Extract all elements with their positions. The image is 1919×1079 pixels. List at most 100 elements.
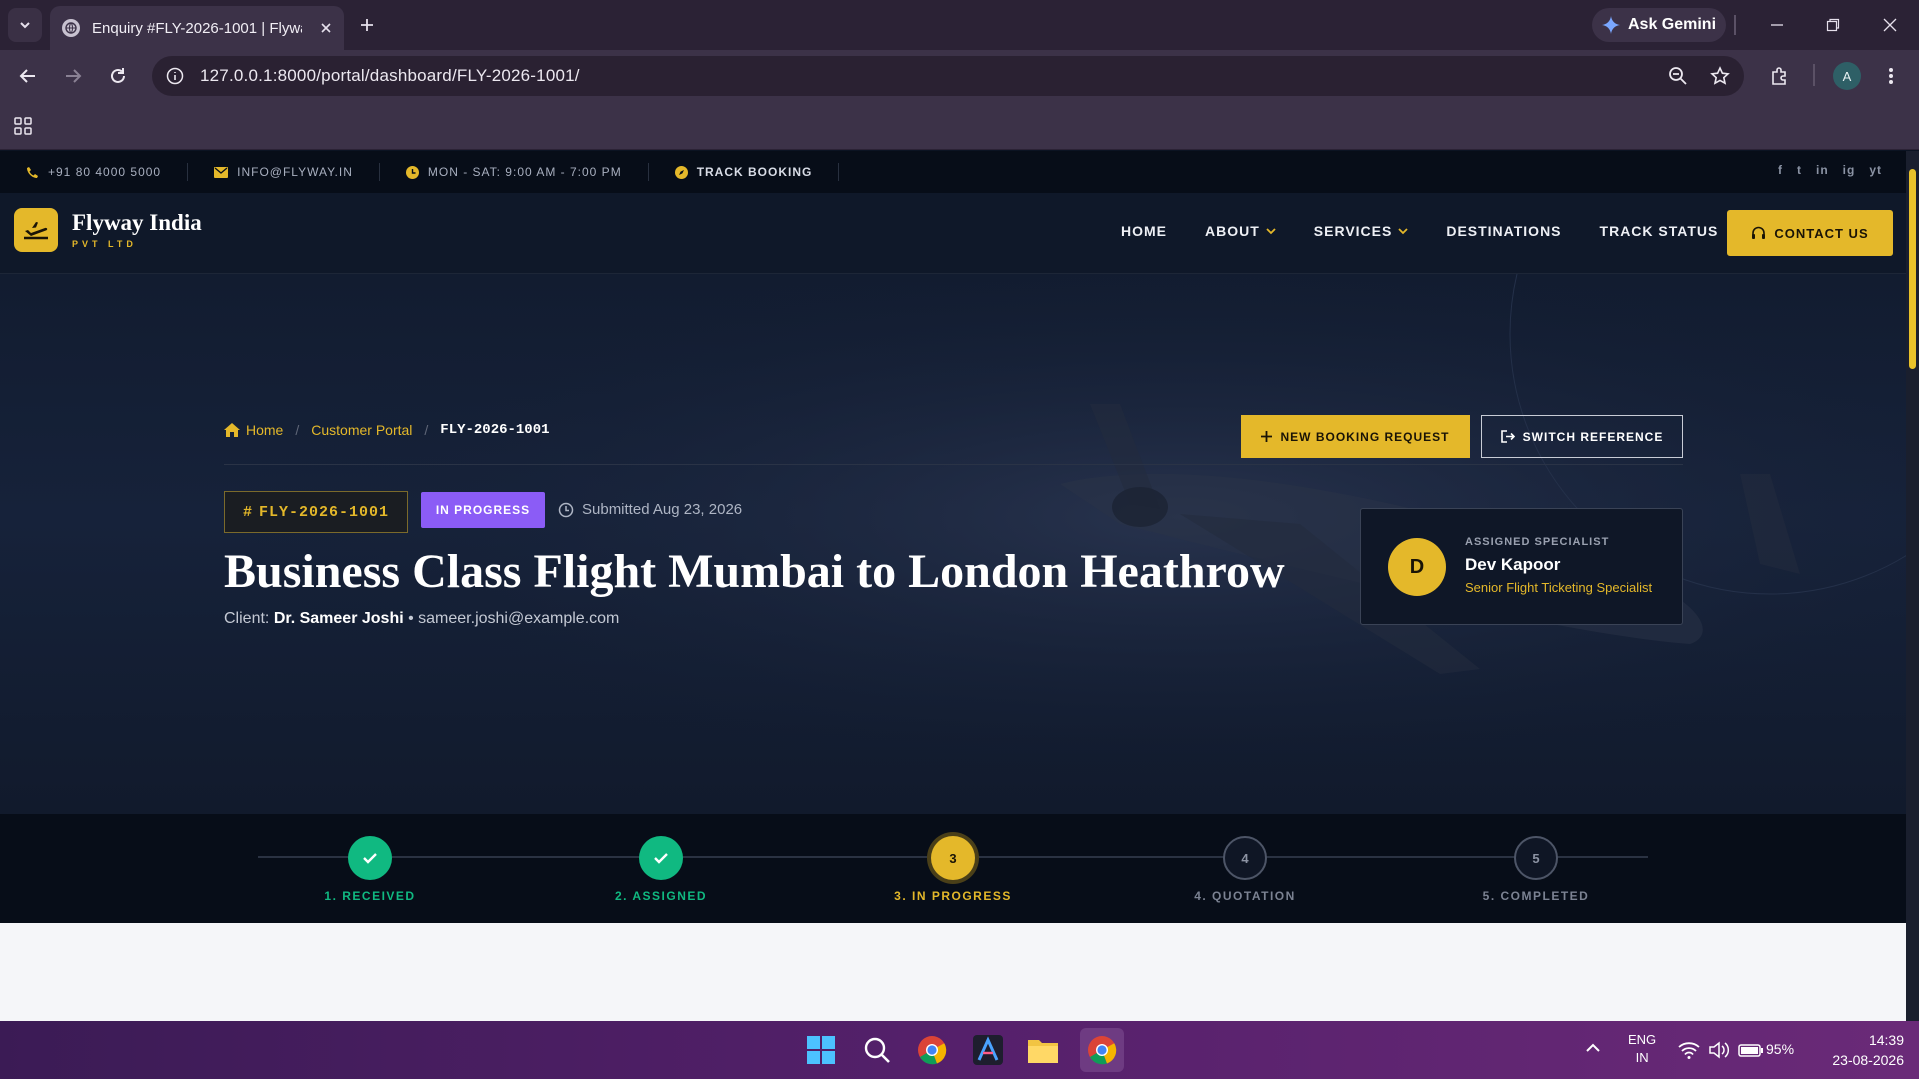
close-tab-icon[interactable] bbox=[320, 22, 332, 34]
reference-badge: # FLY-2026-1001 bbox=[224, 491, 408, 533]
breadcrumb-home[interactable]: Home bbox=[246, 422, 283, 438]
step-label: 2. ASSIGNED bbox=[614, 889, 708, 903]
nav-home[interactable]: HOME bbox=[1121, 223, 1167, 239]
url-text[interactable]: 127.0.0.1:8000/portal/dashboard/FLY-2026… bbox=[200, 66, 580, 86]
step-indicator bbox=[348, 836, 392, 880]
youtube-icon[interactable]: yt bbox=[1869, 163, 1882, 177]
apps-grid-icon[interactable] bbox=[14, 117, 32, 135]
close-window-button[interactable] bbox=[1879, 14, 1901, 36]
app-a-icon[interactable] bbox=[970, 1032, 1006, 1068]
chrome-active-icon[interactable] bbox=[1080, 1028, 1124, 1072]
compass-icon bbox=[674, 165, 688, 179]
new-booking-label: NEW BOOKING REQUEST bbox=[1280, 429, 1450, 444]
page-scrollbar[interactable] bbox=[1906, 151, 1919, 1021]
chevron-down-icon bbox=[1266, 228, 1276, 235]
back-button[interactable] bbox=[14, 62, 42, 90]
restore-window-button[interactable] bbox=[1822, 14, 1844, 36]
nav-destinations[interactable]: DESTINATIONS bbox=[1446, 223, 1561, 239]
specialist-role: Senior Flight Ticketing Specialist bbox=[1465, 580, 1653, 595]
client-label: Client: bbox=[224, 610, 270, 627]
reload-button[interactable] bbox=[104, 62, 132, 90]
twitter-icon[interactable]: t bbox=[1797, 163, 1802, 177]
scrollbar-thumb[interactable] bbox=[1909, 169, 1916, 369]
step-indicator bbox=[639, 836, 683, 880]
track-booking-link[interactable]: TRACK BOOKING bbox=[649, 163, 840, 181]
extensions-button[interactable] bbox=[1766, 62, 1794, 90]
linkedin-icon[interactable]: in bbox=[1816, 163, 1829, 177]
battery-icon[interactable] bbox=[1738, 1042, 1764, 1058]
step-indicator: 5 bbox=[1514, 836, 1558, 880]
step-indicator: 3 bbox=[931, 836, 975, 880]
minimize-window-button[interactable] bbox=[1766, 14, 1788, 36]
browser-menu-button[interactable] bbox=[1877, 62, 1905, 90]
bookmark-star-icon[interactable] bbox=[1710, 66, 1730, 86]
breadcrumb-separator: / bbox=[424, 422, 429, 438]
system-clock[interactable]: 14:39 23-08-2026 bbox=[1810, 1030, 1904, 1070]
home-icon bbox=[224, 423, 240, 437]
chrome-icon[interactable] bbox=[914, 1032, 950, 1068]
language-indicator[interactable]: ENG IN bbox=[1628, 1031, 1656, 1067]
logo[interactable] bbox=[14, 208, 58, 252]
submitted-text: Submitted Aug 23, 2026 bbox=[582, 501, 743, 518]
email-info[interactable]: INFO@FLYWAY.IN bbox=[188, 163, 380, 181]
ask-gemini-button[interactable]: Ask Gemini bbox=[1592, 8, 1726, 42]
clock-icon bbox=[405, 165, 419, 179]
volume-icon[interactable] bbox=[1708, 1041, 1730, 1059]
forward-button[interactable] bbox=[59, 62, 87, 90]
site-info-icon[interactable] bbox=[166, 67, 184, 85]
browser-tab-strip: Enquiry #FLY-2026-1001 | Flyway Ask Gemi… bbox=[0, 0, 1919, 50]
specialist-avatar: D bbox=[1388, 538, 1446, 596]
switch-reference-button[interactable]: SWITCH REFERENCE bbox=[1481, 415, 1683, 458]
browser-tab-active[interactable]: Enquiry #FLY-2026-1001 | Flyway bbox=[50, 6, 344, 50]
headset-icon bbox=[1752, 226, 1766, 239]
breadcrumb-customer-portal[interactable]: Customer Portal bbox=[311, 422, 412, 438]
chevron-down-icon bbox=[1398, 228, 1408, 235]
enquiry-title: Business Class Flight Mumbai to London H… bbox=[224, 545, 1285, 598]
chevron-up-icon[interactable] bbox=[1584, 1041, 1602, 1055]
new-tab-button[interactable] bbox=[354, 12, 380, 38]
search-icon[interactable] bbox=[859, 1032, 895, 1068]
gemini-sparkle-icon bbox=[1601, 16, 1620, 34]
nav-services-label: SERVICES bbox=[1313, 223, 1393, 239]
profile-avatar[interactable]: A bbox=[1833, 62, 1861, 90]
enquiry-hero: Home / Customer Portal / FLY-2026-1001 N… bbox=[0, 274, 1906, 814]
address-bar[interactable]: 127.0.0.1:8000/portal/dashboard/FLY-2026… bbox=[152, 56, 1744, 96]
hash-icon: # bbox=[242, 503, 253, 521]
file-explorer-icon[interactable] bbox=[1025, 1032, 1061, 1068]
plus-icon bbox=[361, 19, 373, 31]
web-page: +91 80 4000 5000 INFO@FLYWAY.IN MON - SA… bbox=[0, 151, 1906, 1021]
tab-search-button[interactable] bbox=[8, 8, 42, 42]
nav-about[interactable]: ABOUT bbox=[1205, 223, 1276, 239]
step-label: 3. IN PROGRESS bbox=[894, 889, 1012, 903]
phone-info[interactable]: +91 80 4000 5000 bbox=[0, 163, 189, 181]
windows-start-icon[interactable] bbox=[803, 1032, 839, 1068]
puzzle-icon bbox=[1772, 67, 1786, 85]
track-booking-text: TRACK BOOKING bbox=[696, 165, 813, 179]
checkmark-icon bbox=[654, 853, 668, 864]
restore-icon bbox=[1826, 18, 1840, 32]
brand-name[interactable]: Flyway India bbox=[72, 210, 202, 236]
breadcrumb: Home / Customer Portal / FLY-2026-1001 bbox=[224, 422, 550, 438]
browser-toolbar: 127.0.0.1:8000/portal/dashboard/FLY-2026… bbox=[0, 50, 1919, 102]
main-navigation: Flyway India PVT LTD HOME ABOUT SERVICES… bbox=[0, 193, 1906, 274]
clock-time: 14:39 bbox=[1868, 1032, 1904, 1048]
battery-percentage: 95% bbox=[1766, 1041, 1795, 1057]
zoom-icon[interactable] bbox=[1668, 66, 1688, 86]
new-booking-request-button[interactable]: NEW BOOKING REQUEST bbox=[1241, 415, 1470, 458]
chevron-down-icon bbox=[20, 22, 30, 29]
reload-icon bbox=[111, 68, 125, 83]
nav-services[interactable]: SERVICES bbox=[1314, 223, 1409, 239]
step-label: 1. RECEIVED bbox=[324, 889, 416, 903]
wifi-icon[interactable] bbox=[1678, 1041, 1700, 1059]
ask-gemini-label: Ask Gemini bbox=[1627, 16, 1717, 33]
facebook-icon[interactable]: f bbox=[1778, 163, 1783, 177]
specialist-name: Dev Kapoor bbox=[1465, 555, 1561, 574]
nav-track-status[interactable]: TRACK STATUS bbox=[1600, 223, 1719, 239]
client-name: Dr. Sameer Joshi bbox=[273, 610, 404, 627]
assigned-specialist-card: D ASSIGNED SPECIALIST Dev Kapoor Senior … bbox=[1360, 508, 1683, 625]
contact-us-button[interactable]: CONTACT US bbox=[1727, 210, 1893, 256]
globe-icon bbox=[62, 19, 80, 37]
phone-text: +91 80 4000 5000 bbox=[48, 165, 162, 179]
breadcrumb-separator: / bbox=[295, 422, 300, 438]
instagram-icon[interactable]: ig bbox=[1843, 163, 1856, 177]
